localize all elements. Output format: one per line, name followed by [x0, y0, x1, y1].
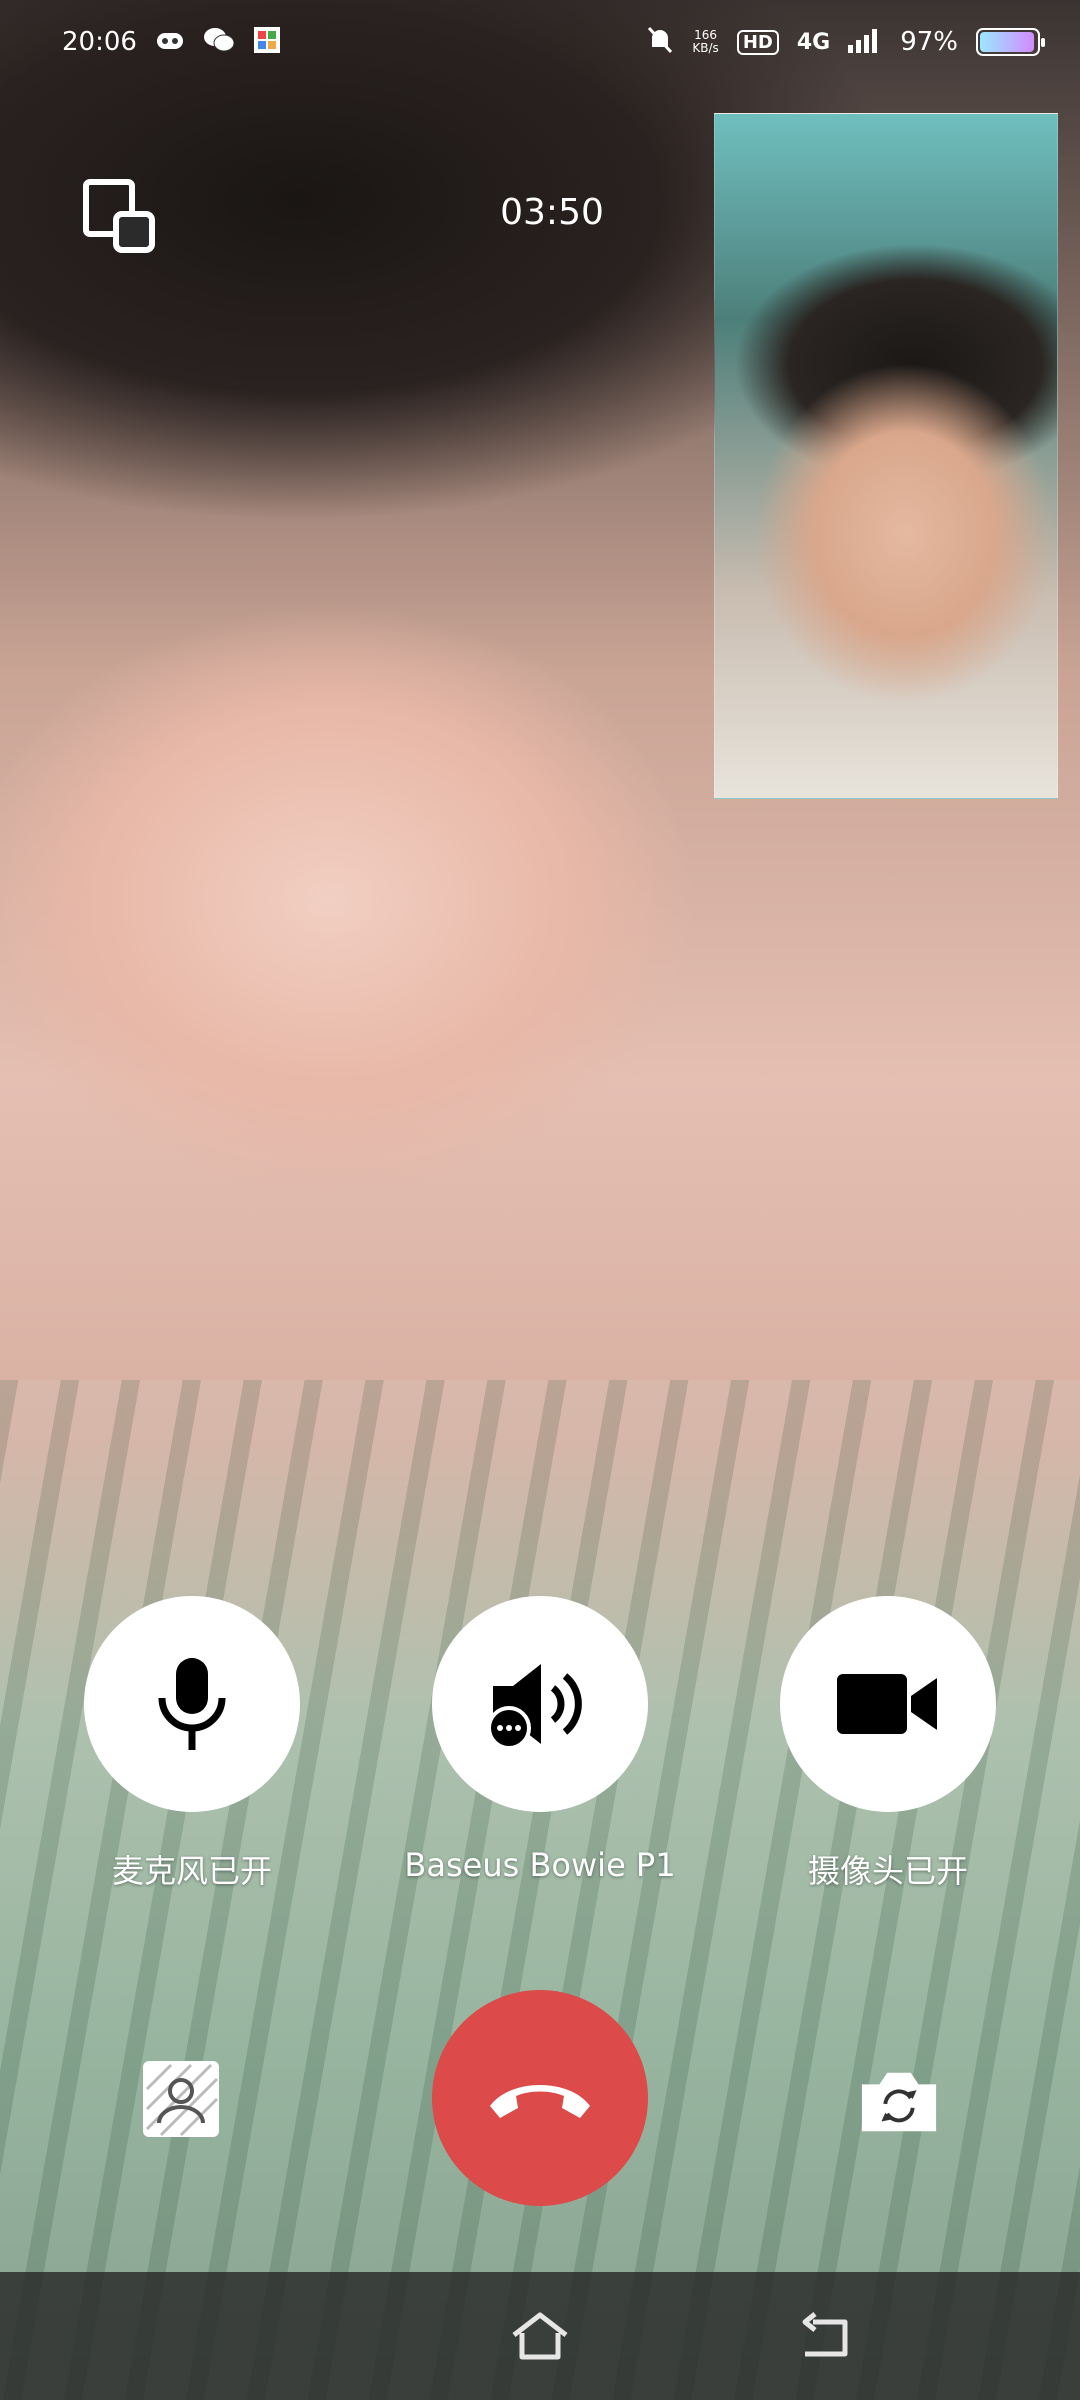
back-button[interactable]: [790, 2302, 860, 2372]
video-camera-icon: [837, 1674, 937, 1734]
status-time: 20:06: [62, 27, 137, 57]
network-type: 4G: [796, 29, 831, 55]
switch-window-icon[interactable]: [82, 178, 158, 254]
camera-label: 摄像头已开: [807, 1852, 968, 1890]
home-button[interactable]: [505, 2302, 575, 2372]
app-icon: [253, 26, 281, 59]
signal-icon: [848, 27, 882, 58]
end-call-button[interactable]: [432, 1990, 648, 2206]
portrait-blur-icon: [143, 2061, 219, 2137]
wechat-icon: [203, 26, 235, 59]
microphone-label: 麦克风已开: [111, 1852, 272, 1890]
camera-button[interactable]: [780, 1596, 996, 1812]
hang-up-icon: [490, 2085, 590, 2118]
mute-bell-icon: [646, 25, 674, 60]
status-bar: 20:06 166 KB/s HD 4G 97%: [0, 0, 1080, 84]
hd-badge: HD: [736, 29, 779, 55]
battery-icon: [976, 28, 1045, 56]
call-timer: 03:50: [500, 192, 604, 233]
speaker-bluetooth-icon: [487, 1664, 582, 1750]
microphone-icon: [158, 1658, 226, 1750]
net-speed: 166 KB/s: [692, 28, 719, 55]
back-icon: [802, 2312, 848, 2357]
navigation-bar: [0, 2272, 1080, 2400]
self-video-preview[interactable]: [714, 113, 1058, 799]
flip-camera-icon: [861, 2072, 937, 2132]
audio-output-label: Baseus Bowie P1: [404, 1846, 676, 1884]
microphone-button[interactable]: [84, 1596, 300, 1812]
battery-percent: 97%: [900, 27, 958, 57]
home-icon: [512, 2312, 568, 2360]
blur-background-button[interactable]: [140, 2058, 222, 2140]
audio-output-button[interactable]: [432, 1596, 648, 1812]
switch-camera-button[interactable]: [858, 2060, 940, 2142]
game-icon: [155, 27, 185, 58]
